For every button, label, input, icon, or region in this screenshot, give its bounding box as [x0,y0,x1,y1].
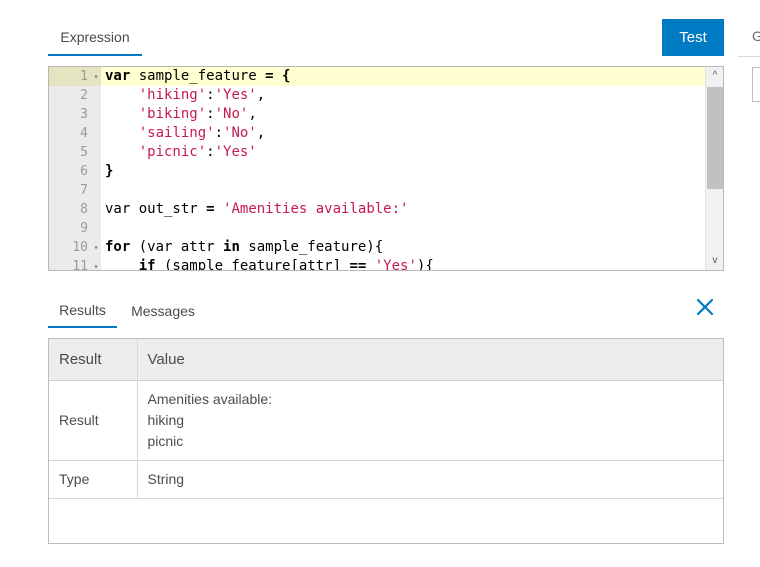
code-line[interactable]: 4 'sailing':'No', [49,124,705,143]
code-text: 'picnic':'Yes' [138,144,257,160]
line-number: 8 [80,202,88,217]
code-line[interactable]: 6 } [49,162,705,181]
line-number: 5 [80,145,88,160]
code-text: 'sailing':'No', [138,125,266,141]
scroll-down-arrow-icon[interactable]: v [706,252,723,270]
code-line[interactable]: 5 'picnic':'Yes' [49,143,705,162]
code-lines: 1 ▾ var sample_feature = { 2 'hiking':'Y… [49,67,705,271]
results-table: Result Value Result Amenities available:… [49,339,723,499]
scroll-up-arrow-icon[interactable]: ^ [706,67,723,85]
code-line[interactable]: 10 ▾ for (var attr in sample_feature){ [49,238,705,257]
code-text: 'biking':'No', [138,106,257,122]
scroll-thumb[interactable] [707,87,723,189]
code-text: if (sample_feature[attr] == 'Yes'){ [138,258,434,271]
row-value: String [137,460,723,499]
code-text: 'hiking':'Yes', [138,87,266,103]
line-number: 2 [80,88,88,103]
fold-arrow-icon[interactable]: ▾ [91,67,101,86]
code-line[interactable]: 2 'hiking':'Yes', [49,86,705,105]
fold-arrow-icon[interactable]: ▾ [91,238,101,257]
row-label: Result [49,380,138,461]
close-icon[interactable] [693,295,717,319]
table-row: Type String [49,460,723,499]
fold-arrow-icon[interactable]: ▾ [91,257,101,270]
right-panel-input-partial[interactable] [752,67,760,102]
line-number: 3 [80,107,88,122]
value-line: picnic [147,432,184,449]
code-text: var sample_feature = { [105,68,291,84]
row-label: Type [49,460,138,499]
line-number: 4 [80,126,88,141]
results-table-panel: Result Value Result Amenities available:… [48,338,724,544]
line-number: 9 [80,221,88,236]
right-tab-partial[interactable]: G [752,28,760,44]
row-value: Amenities available: hiking picnic [137,380,723,461]
line-number: 7 [80,183,88,198]
column-header-result: Result [49,339,138,381]
divider [738,56,760,57]
keyword-var: var [105,68,131,84]
code-line[interactable]: 1 ▾ var sample_feature = { [49,67,705,86]
tab-results[interactable]: Results [48,293,117,328]
code-line[interactable]: 3 'biking':'No', [49,105,705,124]
code-line[interactable]: 8 var out_str = 'Amenities available:' [49,200,705,219]
code-line[interactable]: 11 ▾ if (sample_feature[attr] == 'Yes'){ [49,257,705,271]
operator: = { [265,68,291,84]
column-header-value: Value [137,339,723,381]
code-editor[interactable]: 1 ▾ var sample_feature = { 2 'hiking':'Y… [48,66,724,271]
tab-messages[interactable]: Messages [126,293,200,328]
test-button[interactable]: Test [662,19,724,56]
editor-scrollbar[interactable]: ^ v [705,67,723,270]
code-line[interactable]: 9 [49,219,705,238]
code-text: var out_str = 'Amenities available:' [105,201,409,217]
code-text: for (var attr in sample_feature){ [105,239,384,255]
table-header-row: Result Value [49,339,723,381]
table-row: Result Amenities available: hiking picni… [49,380,723,461]
code-line[interactable]: 7 [49,181,705,200]
code-text: } [105,163,114,179]
tab-expression[interactable]: Expression [48,20,142,56]
value-line: hiking [147,411,185,428]
value-line: Amenities available: [147,390,273,407]
line-number: 6 [80,164,88,179]
